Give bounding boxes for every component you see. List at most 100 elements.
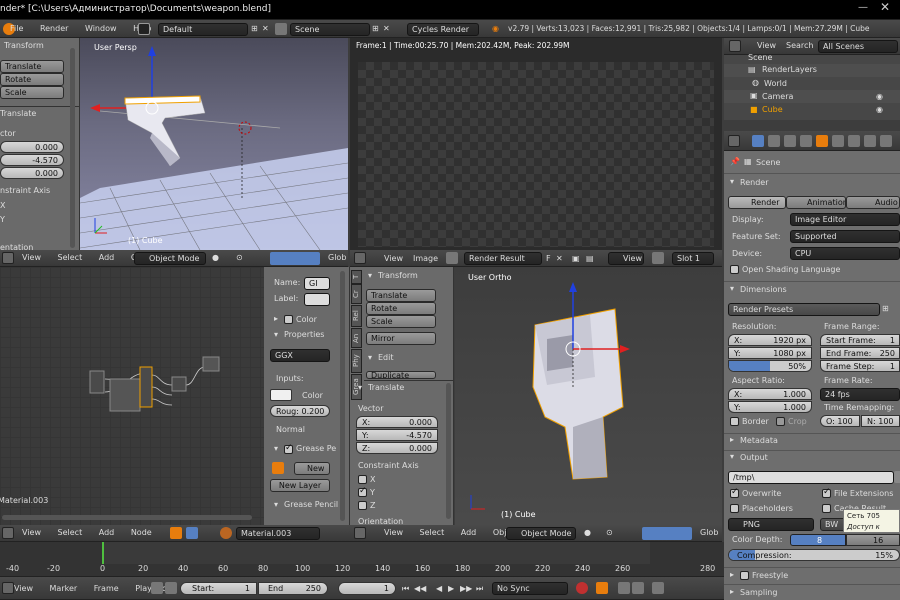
display-select[interactable]: Image Editor: [790, 213, 900, 226]
node-menu-add[interactable]: Add: [99, 528, 115, 537]
grease-pencil-2-toggle[interactable]: ▾: [274, 499, 278, 511]
tab-tools[interactable]: T: [351, 270, 362, 284]
outliner-item-camera[interactable]: Camera: [762, 91, 793, 103]
render-panel-toggle[interactable]: ▾: [730, 176, 734, 188]
manipulator-icons-br[interactable]: [642, 527, 692, 540]
menu-select[interactable]: Select: [58, 253, 83, 262]
scene-tab-icon[interactable]: [784, 135, 796, 147]
properties-toggle[interactable]: ▾: [274, 329, 278, 341]
editor-type-outliner-icon[interactable]: [729, 40, 741, 52]
render-slot-select[interactable]: Slot 1: [672, 252, 714, 265]
add-preset-icon[interactable]: ⊞: [882, 303, 889, 315]
node-panel-scrollbar[interactable]: [340, 271, 345, 521]
roughness-field[interactable]: Roug: 0.200: [270, 405, 330, 417]
menu-add[interactable]: Add: [99, 253, 115, 262]
freestyle-checkbox[interactable]: [740, 571, 749, 580]
image-close-icon[interactable]: ✕: [556, 253, 563, 265]
tool-shelf-bottom-scrollbar[interactable]: [446, 383, 451, 519]
node-editor-h-scrollbar[interactable]: [2, 515, 252, 520]
aspect-x-field[interactable]: X: 1.000: [728, 388, 812, 400]
vector-z-field[interactable]: 0.000: [0, 167, 64, 179]
duplicate-button[interactable]: Duplicate: [366, 371, 436, 379]
scene-select[interactable]: Scene: [290, 23, 370, 36]
viewport-3d-top-left[interactable]: User Persp (1) Cube: [80, 38, 348, 250]
delete-keyframe-icon[interactable]: [632, 582, 644, 594]
translate-button-2[interactable]: Translate: [366, 289, 436, 302]
axis-y-checkbox[interactable]: [358, 486, 367, 497]
menu-view[interactable]: View: [22, 253, 41, 262]
image-menu-view[interactable]: View: [384, 253, 403, 265]
color-checkbox[interactable]: [284, 315, 293, 324]
editor-type-timeline-icon[interactable]: [2, 582, 14, 594]
outliner-item-cube[interactable]: Cube: [762, 104, 783, 116]
new-layer-button[interactable]: New Layer: [270, 479, 330, 492]
osl-checkbox[interactable]: [730, 265, 739, 274]
border-checkbox[interactable]: [730, 417, 739, 426]
material-sphere-icon[interactable]: [220, 527, 232, 539]
eye-icon[interactable]: ◉: [876, 91, 883, 103]
node-editor[interactable]: Material.003: [0, 267, 264, 525]
mirror-button[interactable]: Mirror: [366, 332, 436, 345]
new-grease-button[interactable]: New: [294, 462, 330, 475]
transform-orientation[interactable]: Glob: [328, 252, 346, 264]
resolution-percent-slider[interactable]: 50%: [728, 360, 812, 372]
jump-end-icon[interactable]: ⏭: [476, 583, 483, 595]
constraints-tab-icon[interactable]: [832, 135, 844, 147]
edit-panel-header[interactable]: Edit: [378, 352, 394, 364]
editor-type-properties-icon[interactable]: [728, 135, 740, 147]
scale-button-2[interactable]: Scale: [366, 315, 436, 328]
output-path-field[interactable]: /tmp\: [728, 471, 894, 484]
modifiers-tab-icon[interactable]: [848, 135, 860, 147]
sampling-toggle[interactable]: ▸: [730, 586, 734, 598]
pin-icon[interactable]: [652, 252, 664, 264]
timeline-menu-view[interactable]: View: [14, 584, 33, 593]
distribution-select[interactable]: GGX: [270, 349, 330, 362]
clock-icon[interactable]: [652, 582, 664, 594]
eye-icon[interactable]: ◉: [876, 104, 883, 116]
grease-pencil-header[interactable]: Grease Pe: [296, 443, 336, 455]
vector-x-field[interactable]: 0.000: [0, 141, 64, 153]
rotate-button[interactable]: Rotate: [0, 73, 64, 86]
remove-screen-icon[interactable]: ✕: [262, 23, 269, 35]
vector-y-field[interactable]: -4.570: [0, 154, 64, 166]
transform-panel-header-2[interactable]: Transform: [378, 270, 418, 282]
translate-toggle[interactable]: ▾: [358, 382, 362, 394]
dimensions-toggle[interactable]: ▾: [730, 283, 734, 295]
close-icon[interactable]: ✕: [880, 1, 890, 13]
transform-toggle[interactable]: ▾: [368, 270, 372, 282]
transform-orientation-br[interactable]: Glob: [700, 527, 718, 539]
node-menu-select[interactable]: Select: [58, 528, 83, 537]
menu-add-br[interactable]: Add: [461, 528, 477, 537]
play-reverse-icon[interactable]: ◀: [436, 583, 442, 595]
pivot-icon-br[interactable]: ⊙: [606, 527, 613, 539]
vector-x-field-2[interactable]: X: 0.000: [356, 416, 438, 428]
object-mode-select[interactable]: Object Mode: [134, 252, 206, 265]
dimensions-panel-header[interactable]: Dimensions: [740, 284, 787, 296]
folder-icon[interactable]: [894, 471, 900, 483]
axis-x-label[interactable]: X: [0, 200, 5, 212]
render-layers-tab-icon[interactable]: [768, 135, 780, 147]
rotate-button-2[interactable]: Rotate: [366, 302, 436, 315]
object-tab-icon[interactable]: [816, 135, 828, 147]
pencil-icon[interactable]: [272, 462, 284, 474]
jump-start-icon[interactable]: ⏮: [402, 583, 409, 595]
color-toggle[interactable]: ▸: [274, 313, 278, 325]
current-frame-field[interactable]: 1: [338, 582, 396, 595]
remap-old-field[interactable]: O: 100: [820, 415, 860, 427]
render-tab-icon[interactable]: [752, 135, 764, 147]
metadata-toggle[interactable]: ▸: [730, 434, 734, 446]
object-shader-icon[interactable]: [186, 527, 198, 539]
grease-pencil-checkbox[interactable]: [284, 443, 293, 454]
file-format-select[interactable]: PNG: [728, 518, 814, 531]
axis-y-label[interactable]: Y: [0, 214, 5, 226]
axis-x-checkbox[interactable]: [358, 475, 367, 484]
viewport-shading-icon-br[interactable]: ●: [584, 527, 591, 539]
node-menu-node[interactable]: Node: [131, 528, 152, 537]
image-select[interactable]: Render Result: [464, 252, 542, 265]
translate-button[interactable]: Translate: [0, 60, 64, 73]
keying-set-icon[interactable]: [596, 582, 608, 594]
sync-mode-select[interactable]: No Sync: [492, 582, 568, 595]
outliner-item-scene[interactable]: Scene: [748, 52, 772, 64]
tab-create[interactable]: Cr: [351, 284, 362, 304]
crop-checkbox[interactable]: [776, 417, 785, 426]
